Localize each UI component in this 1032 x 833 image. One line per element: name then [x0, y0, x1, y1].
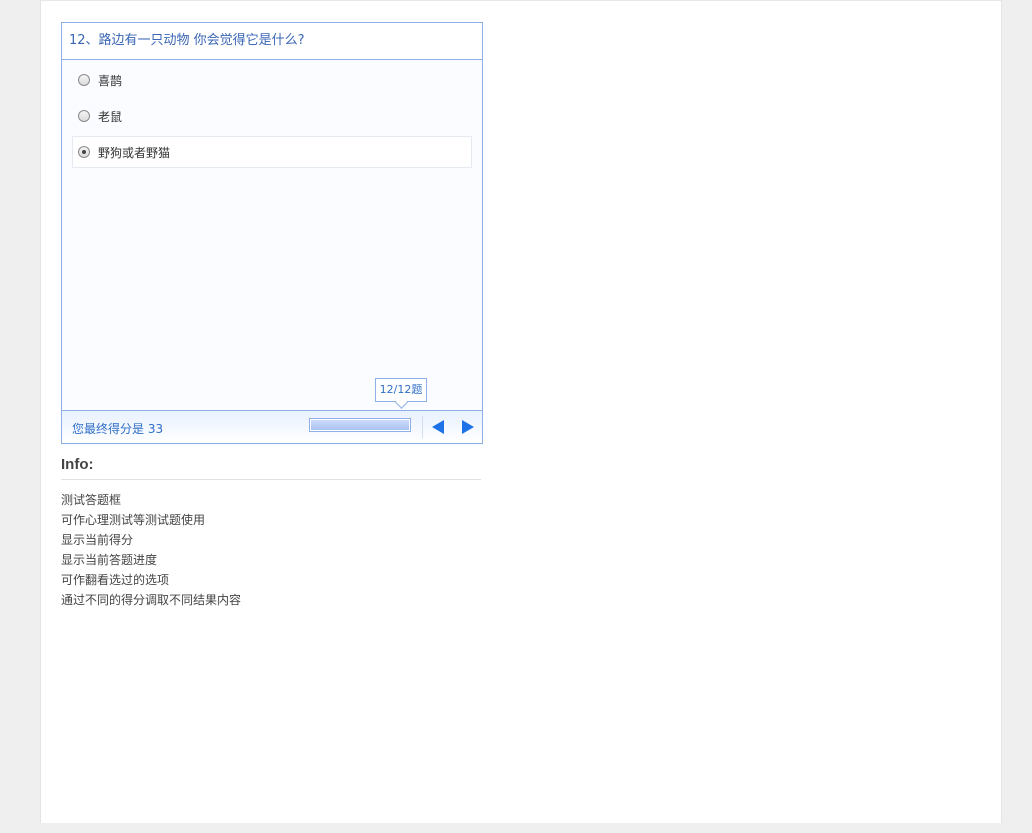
info-line: 通过不同的得分调取不同结果内容	[61, 593, 242, 607]
page-content: 12、路边有一只动物 你会觉得它是什么? 喜鹊 老鼠 野狗或者野猫 12/12题…	[40, 0, 1002, 823]
option-label: 老鼠	[98, 109, 123, 124]
option-item[interactable]: 喜鹊	[72, 64, 472, 96]
quiz-box: 12、路边有一只动物 你会觉得它是什么? 喜鹊 老鼠 野狗或者野猫 12/12题…	[61, 22, 483, 444]
score-text: 您最终得分是 33	[72, 422, 164, 436]
arrow-left-icon[interactable]	[432, 420, 444, 434]
progress-bar-fill	[311, 420, 409, 430]
info-section: Info: 测试答题框 可作心理测试等测试题使用 显示当前得分 显示当前答题进度…	[61, 456, 481, 610]
option-label: 野狗或者野猫	[98, 145, 171, 160]
info-line: 显示当前答题进度	[61, 553, 158, 567]
radio-button-checked[interactable]	[78, 146, 90, 158]
info-line: 可作心理测试等测试题使用	[61, 513, 206, 527]
info-list: 测试答题框 可作心理测试等测试题使用 显示当前得分 显示当前答题进度 可作翻看选…	[61, 490, 481, 610]
info-line: 测试答题框	[61, 493, 122, 507]
option-label: 喜鹊	[98, 73, 123, 88]
progress-tooltip: 12/12题	[375, 378, 427, 402]
footer-divider	[422, 416, 423, 438]
radio-button[interactable]	[78, 74, 90, 86]
info-line: 可作翻看选过的选项	[61, 573, 170, 587]
radio-button[interactable]	[78, 110, 90, 122]
question-title: 12、路边有一只动物 你会觉得它是什么?	[62, 23, 482, 60]
info-heading: Info:	[61, 456, 481, 480]
info-line: 显示当前得分	[61, 533, 134, 547]
quiz-footer: 您最终得分是 33	[62, 410, 482, 443]
option-item-selected[interactable]: 野狗或者野猫	[72, 136, 472, 168]
arrow-right-icon[interactable]	[462, 420, 474, 434]
progress-bar	[309, 418, 411, 432]
option-item[interactable]: 老鼠	[72, 100, 472, 132]
options-list: 喜鹊 老鼠 野狗或者野猫	[62, 60, 482, 168]
